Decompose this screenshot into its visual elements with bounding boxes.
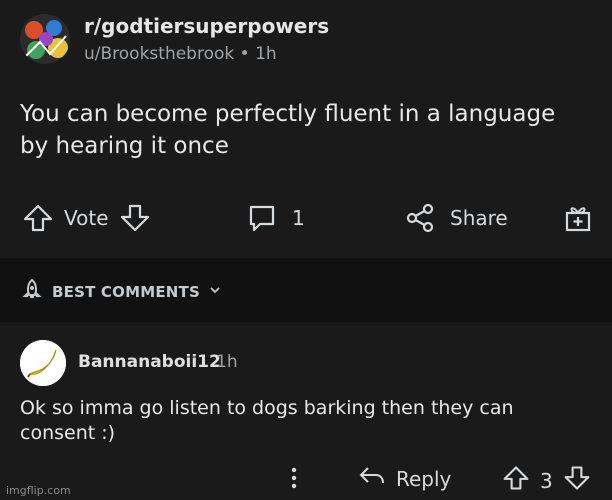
vote-label: Vote [64,206,109,230]
watermark: imgflip.com [6,484,71,497]
sort-label: BEST COMMENTS [52,283,200,301]
downvote-icon[interactable] [119,202,151,234]
comment-time: 1h [216,352,238,372]
comment-username[interactable]: Bannanaboii12 [78,352,221,372]
comment-count: 1 [292,206,305,230]
avatar[interactable] [20,340,66,386]
comment-body: Ok so imma go listen to dogs barking the… [20,397,514,444]
comment-score: 3 [540,468,553,493]
post-title[interactable]: You can become perfectly fluent in a lan… [20,98,580,162]
upvote-icon[interactable] [502,464,530,497]
comment-icon [246,202,278,234]
subreddit-name[interactable]: r/godtiersuperpowers [84,14,329,38]
comments-button[interactable]: 1 [246,202,305,234]
sort-dropdown[interactable]: BEST COMMENTS [20,278,222,306]
more-icon[interactable] [286,464,302,496]
comment-vote-group: 3 [502,464,591,497]
reply-label: Reply [396,466,452,491]
reply-button[interactable]: Reply [358,464,451,493]
comment-actions-bar: Reply 3 [0,460,612,496]
subreddit-avatar[interactable] [20,14,70,64]
award-button[interactable] [562,202,594,234]
upvote-icon[interactable] [22,202,54,234]
award-icon [562,202,594,234]
reply-icon [358,464,386,493]
downvote-icon[interactable] [563,464,591,497]
share-button[interactable]: Share [404,202,508,234]
vote-group: Vote [22,202,151,234]
rocket-icon [20,278,44,306]
share-label: Share [450,206,508,230]
post-meta[interactable]: u/Brooksthebrook • 1h [84,44,277,64]
share-icon [404,202,436,234]
post-actions-bar: Vote 1 Share [0,196,612,246]
chevron-down-icon [208,283,222,301]
